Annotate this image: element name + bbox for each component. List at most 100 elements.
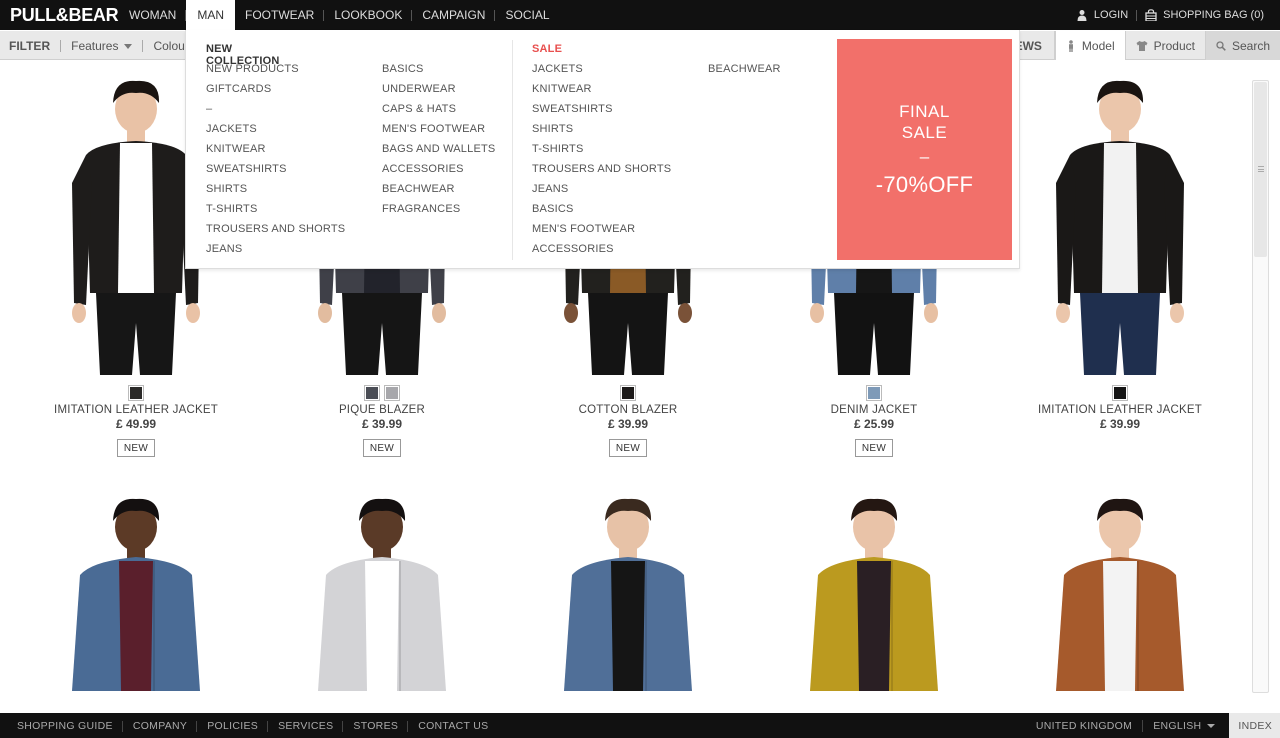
view-model-button[interactable]: Model [1054,31,1125,60]
view-product-button[interactable]: Product [1124,31,1205,60]
new-collection-menu-item[interactable]: TROUSERS AND SHORTS [206,222,345,242]
product-photo[interactable] [997,61,1243,380]
login-label: LOGIN [1093,9,1129,21]
new-collection-menu-item[interactable]: FRAGRANCES [382,202,495,222]
features-dropdown[interactable]: Features [61,39,142,53]
grip-icon [1258,166,1264,172]
product-caption: IMITATION LEATHER JACKET £ 39.99 [997,385,1243,431]
nav-social[interactable]: SOCIAL [495,0,559,30]
login-link[interactable]: LOGIN [1068,9,1136,21]
new-collection-menu-item[interactable]: MEN'S FOOTWEAR [382,122,495,142]
new-collection-menu-item[interactable]: BASICS [382,62,495,82]
footer-company[interactable]: COMPANY [123,720,198,732]
product-photo[interactable] [505,479,751,696]
product-name[interactable]: DENIM JACKET [751,404,997,416]
chevron-down-icon [1207,723,1216,728]
scrollbar-thumb[interactable] [1254,82,1267,257]
new-collection-menu-item[interactable]: KNITWEAR [206,142,345,162]
sale-menu-item[interactable]: MEN'S FOOTWEAR [532,222,671,242]
sale-menu-item[interactable]: T-SHIRTS [532,142,671,162]
color-swatch[interactable] [384,385,400,401]
color-swatches [505,385,751,401]
filter-controls: FILTER Features Colour [0,31,199,60]
product-price: £ 39.99 [607,417,649,431]
color-swatches [13,385,259,401]
user-icon [1077,10,1087,21]
product-caption: IMITATION LEATHER JACKET £ 49.99 NEW [13,385,259,457]
color-swatch[interactable] [866,385,882,401]
nav-man[interactable]: MAN [186,0,235,30]
product-photo[interactable] [751,479,997,696]
sale-menu-item[interactable]: ACCESSORIES [532,242,671,262]
new-collection-menu-item[interactable]: GIFTCARDS [206,82,345,102]
product-photo[interactable] [259,479,505,696]
sale-menu-item[interactable]: BASICS [532,202,671,222]
color-swatch[interactable] [620,385,636,401]
sale-menu-item[interactable]: TROUSERS AND SHORTS [532,162,671,182]
footer-bar: SHOPPING GUIDE COMPANY POLICIES SERVICES… [0,713,1280,738]
sale-menu-item[interactable]: SWEATSHIRTS [532,102,671,122]
new-collection-menu-item[interactable]: BEACHWEAR [382,182,495,202]
footer-stores[interactable]: STORES [343,720,408,732]
new-collection-menu-item[interactable]: SHIRTS [206,182,345,202]
country-label: UNITED KINGDOM [1035,719,1133,732]
product-photo-model [564,498,692,691]
product-name[interactable]: PIQUE BLAZER [259,404,505,416]
sale-menu-item[interactable]: JACKETS [532,62,671,82]
product-name[interactable]: COTTON BLAZER [505,404,751,416]
product-card[interactable] [997,479,1243,712]
language-selector[interactable]: ENGLISH [1143,720,1225,732]
swatch-fill [1114,387,1126,399]
color-swatch[interactable] [1112,385,1128,401]
new-collection-menu-item[interactable]: SWEATSHIRTS [206,162,345,182]
man-mega-menu: NEW COLLECTION NEW PRODUCTS GIFTCARDS – JAC… [185,30,1020,269]
product-photo[interactable] [997,479,1243,696]
nav-campaign[interactable]: CAMPAIGN [412,0,496,30]
product-card[interactable] [505,479,751,712]
nav-lookbook[interactable]: LOOKBOOK [324,0,413,30]
product-price: £ 39.99 [361,417,403,431]
sale-menu-item[interactable]: BEACHWEAR [708,62,781,82]
sale-list-1: JACKETS KNITWEAR SWEATSHIRTS SHIRTS T-SHIRTS… [532,62,671,262]
color-swatch[interactable] [364,385,380,401]
index-button[interactable]: INDEX [1229,713,1280,738]
new-collection-menu-item[interactable]: ACCESSORIES [382,162,495,182]
shopping-bag-icon [1145,9,1157,21]
new-collection-menu-item[interactable]: JACKETS [206,122,345,142]
new-collection-menu-item[interactable]: T-SHIRTS [206,202,345,222]
country-selector[interactable]: UNITED KINGDOM [1026,720,1142,732]
new-collection-menu-item[interactable]: – [206,102,345,122]
nav-woman[interactable]: WOMAN [119,0,187,30]
brand-logo[interactable]: PULL&BEAR [0,5,119,26]
promo-line-1: FINAL [899,101,950,121]
nav-footwear[interactable]: FOOTWEAR [235,0,325,30]
sale-menu-item[interactable]: JEANS [532,182,671,202]
footer-contact-us[interactable]: CONTACT US [408,720,498,732]
scrollbar-track[interactable] [1252,80,1269,693]
new-collection-list-2: BASICS UNDERWEAR CAPS & HATS MEN'S FOOTWEAR… [382,62,495,222]
shopping-bag-link[interactable]: SHOPPING BAG (0) [1137,9,1272,21]
search-button[interactable]: Search [1204,31,1280,60]
new-badge: NEW [854,439,894,457]
footer-shopping-guide[interactable]: SHOPPING GUIDE [0,720,123,732]
product-card[interactable] [13,479,259,712]
product-name[interactable]: IMITATION LEATHER JACKET [13,404,259,416]
color-swatch[interactable] [128,385,144,401]
footer-policies[interactable]: POLICIES [197,720,268,732]
new-collection-menu-item[interactable]: UNDERWEAR [382,82,495,102]
product-photo[interactable] [13,479,259,696]
product-name[interactable]: IMITATION LEATHER JACKET [997,404,1243,416]
menu-divider [512,40,513,260]
new-collection-menu-item[interactable]: BAGS AND WALLETS [382,142,495,162]
final-sale-promo[interactable]: FINAL SALE – -70%OFF [837,39,1012,260]
sale-menu-item[interactable]: KNITWEAR [532,82,671,102]
product-card[interactable] [751,479,997,712]
new-collection-menu-item[interactable]: CAPS & HATS [382,102,495,122]
sale-heading[interactable]: SALE [532,43,562,55]
footer-services[interactable]: SERVICES [268,720,344,732]
sale-menu-item[interactable]: SHIRTS [532,122,671,142]
product-card[interactable] [259,479,505,712]
new-collection-menu-item[interactable]: JEANS [206,242,345,262]
product-card[interactable]: IMITATION LEATHER JACKET £ 39.99 [997,61,1243,461]
new-collection-menu-item[interactable]: NEW PRODUCTS [206,62,345,82]
